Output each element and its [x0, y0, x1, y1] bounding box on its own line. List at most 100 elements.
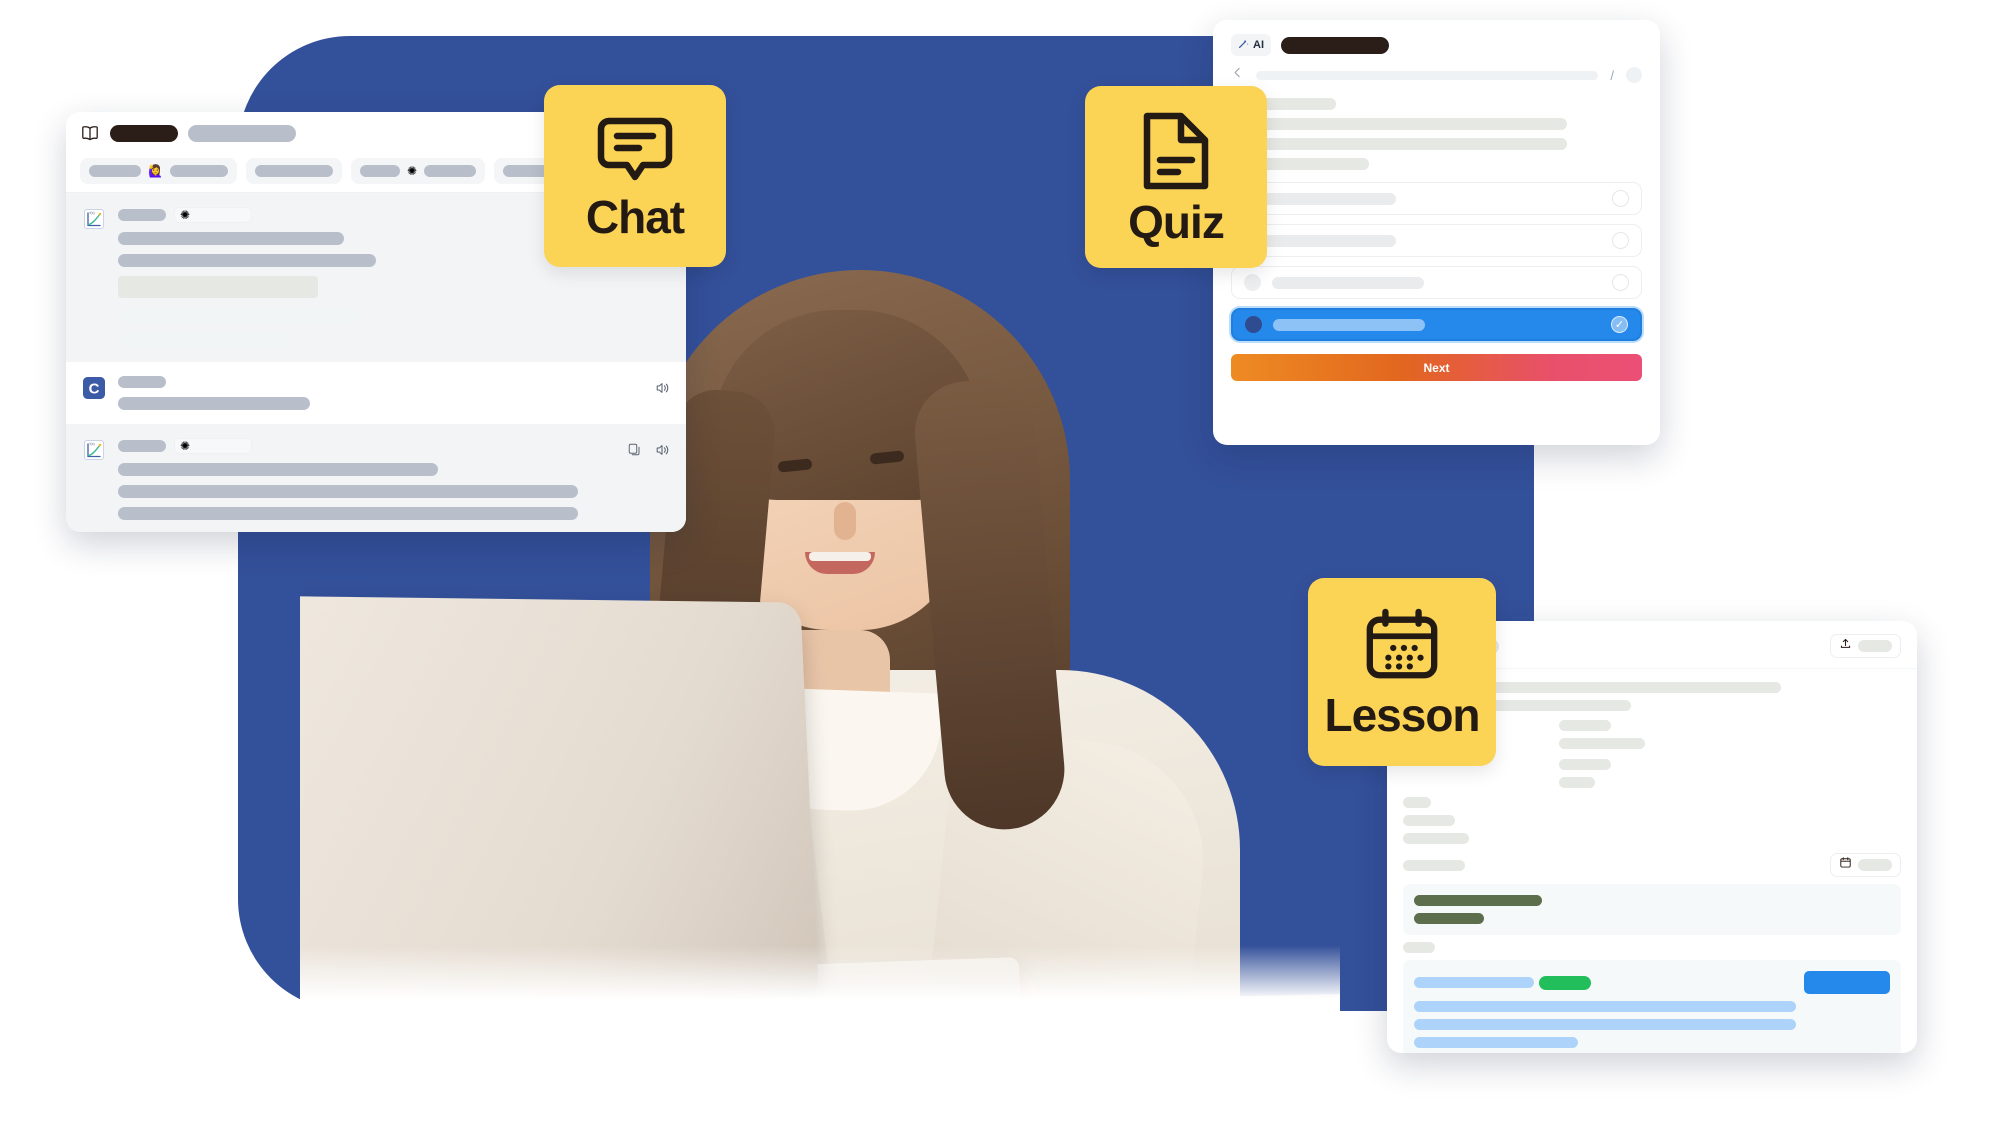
feature-card-lesson[interactable]: Lesson [1308, 578, 1496, 766]
lesson-green-block [1403, 884, 1901, 935]
chat-message-author [118, 209, 166, 221]
lesson-date-label [1858, 859, 1892, 871]
chat-text-line [118, 507, 578, 520]
chat-message-author [118, 440, 166, 452]
feature-card-lesson-label: Lesson [1324, 692, 1479, 738]
chat-text-line [118, 397, 310, 410]
openai-flower-icon: ✺ [407, 165, 417, 177]
feature-card-quiz[interactable]: Quiz [1085, 86, 1267, 268]
quiz-title-pill [1281, 37, 1389, 54]
chat-tab-0[interactable]: 🙋‍♀️ [80, 158, 237, 184]
chat-faint-line [118, 332, 290, 348]
quiz-answer-option[interactable] [1231, 224, 1642, 257]
quiz-answer-label [1272, 277, 1424, 289]
graph-fx-icon: f(x) [82, 438, 106, 462]
person-emoji-icon: 🙋‍♀️ [148, 165, 163, 177]
quiz-header: AI [1213, 20, 1660, 62]
lesson-blue-block [1403, 960, 1901, 1053]
lesson-blue-bar [1414, 1019, 1796, 1030]
chat-message-content [118, 376, 670, 410]
quiz-fraction-separator: / [1610, 68, 1614, 83]
copy-icon[interactable] [627, 442, 642, 463]
lesson-line [1559, 759, 1611, 770]
lesson-upload-label [1858, 640, 1892, 652]
quiz-next-button[interactable]: Next [1231, 354, 1642, 381]
lesson-blue-bar [1414, 977, 1534, 988]
quiz-answer-radio[interactable] [1612, 232, 1629, 249]
chat-title-pill [110, 125, 178, 142]
quiz-answer-radio[interactable] [1612, 190, 1629, 207]
svg-text:f(x): f(x) [90, 442, 95, 446]
upload-icon [1839, 637, 1852, 655]
photo-bottom-fade [300, 945, 1340, 1015]
calendar-icon [1363, 607, 1441, 690]
chat-message-row: C [66, 362, 686, 424]
lesson-action-button[interactable] [1804, 971, 1890, 994]
openai-flower-icon: ✺ [180, 440, 190, 452]
teeth-shape [809, 552, 871, 561]
quiz-window: AI / ✓ Next [1213, 20, 1660, 445]
lesson-upload-button[interactable] [1830, 634, 1901, 658]
chat-model-chip[interactable]: ✺ [174, 438, 252, 454]
chat-row-actions [654, 380, 670, 401]
chat-subtitle-pill [188, 125, 296, 142]
quiz-question-line [1231, 138, 1567, 150]
quiz-answer-option[interactable] [1231, 182, 1642, 215]
chat-message-row: f(x) ✺ [66, 424, 686, 532]
lesson-blue-bar [1414, 1001, 1796, 1012]
chat-text-line [118, 485, 578, 498]
speaker-icon[interactable] [654, 380, 670, 401]
graph-fx-icon: f(x) [82, 207, 106, 231]
quiz-answer-list: ✓ [1213, 182, 1660, 341]
chat-faint-line [118, 307, 360, 323]
lesson-line [1403, 833, 1469, 844]
open-book-icon [80, 125, 100, 141]
quiz-progress-row: / [1213, 62, 1660, 96]
lesson-status-pill [1539, 976, 1591, 990]
speaker-icon[interactable] [654, 442, 670, 463]
check-circle-icon[interactable]: ✓ [1611, 316, 1628, 333]
magic-wand-icon [1238, 38, 1249, 52]
quiz-answer-option[interactable] [1231, 266, 1642, 299]
feature-card-quiz-label: Quiz [1128, 199, 1224, 245]
calendar-small-icon [1839, 856, 1852, 874]
feature-card-chat[interactable]: Chat [544, 85, 726, 267]
chat-tab-2[interactable]: ✺ [351, 158, 485, 184]
lesson-blue-bar [1414, 1037, 1578, 1048]
nose-shape [834, 502, 856, 540]
quiz-question-text [1213, 96, 1660, 182]
openai-flower-icon: ✺ [180, 209, 190, 221]
lesson-green-bar [1414, 895, 1542, 906]
chat-model-chip[interactable]: ✺ [174, 207, 252, 223]
chat-text-line [118, 463, 438, 476]
document-lines-icon [1141, 110, 1211, 197]
quiz-question-count-placeholder [1626, 67, 1642, 83]
chat-tab-2-sublabel [424, 165, 476, 177]
quiz-answer-option-selected[interactable]: ✓ [1231, 308, 1642, 341]
chat-tab-1[interactable] [246, 158, 342, 184]
lesson-green-bar [1414, 913, 1484, 924]
chevron-left-icon[interactable] [1231, 66, 1244, 84]
chat-text-line [118, 232, 344, 245]
lesson-date-button[interactable] [1830, 853, 1901, 877]
quiz-answer-bullet [1245, 316, 1262, 333]
quiz-answer-radio[interactable] [1612, 274, 1629, 291]
chat-row-actions [627, 442, 670, 463]
chat-message-content: ✺ [118, 438, 670, 520]
lesson-line [1559, 738, 1645, 749]
svg-text:C: C [89, 381, 100, 398]
chat-tab-1-label [255, 165, 333, 177]
quiz-ai-badge-label: AI [1253, 39, 1264, 51]
quiz-progress-bar [1256, 71, 1598, 80]
chat-tab-2-label [360, 165, 400, 177]
quiz-question-line [1231, 118, 1567, 130]
lesson-date-row [1403, 853, 1901, 877]
lesson-line [1559, 720, 1611, 731]
chat-bubble-icon [597, 113, 673, 192]
svg-text:f(x): f(x) [90, 211, 95, 215]
lesson-line [1403, 942, 1435, 953]
quiz-answer-bullet [1244, 274, 1261, 291]
quiz-answer-label [1273, 319, 1425, 331]
chat-quote-block [118, 276, 318, 298]
chat-message-meta: ✺ [118, 438, 670, 454]
